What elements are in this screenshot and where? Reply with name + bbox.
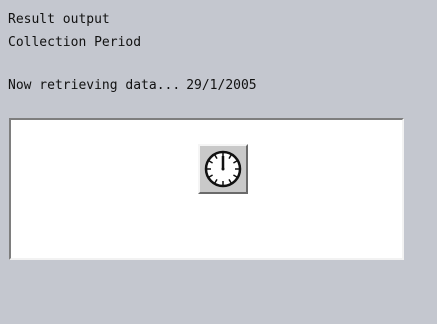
clock-button[interactable] bbox=[198, 144, 248, 194]
retrieval-message: Now retrieving data... bbox=[8, 78, 181, 93]
retrieval-screen: Result output Collection Period Now retr… bbox=[0, 0, 437, 324]
result-output-title: Result output bbox=[8, 12, 110, 27]
clock-icon bbox=[204, 150, 242, 188]
retrieval-date: 29/1/2005 bbox=[186, 78, 257, 93]
progress-panel bbox=[9, 118, 404, 260]
retrieval-status: Now retrieving data... 29/1/2005 bbox=[8, 78, 257, 94]
collection-period-label: Collection Period bbox=[8, 35, 142, 50]
